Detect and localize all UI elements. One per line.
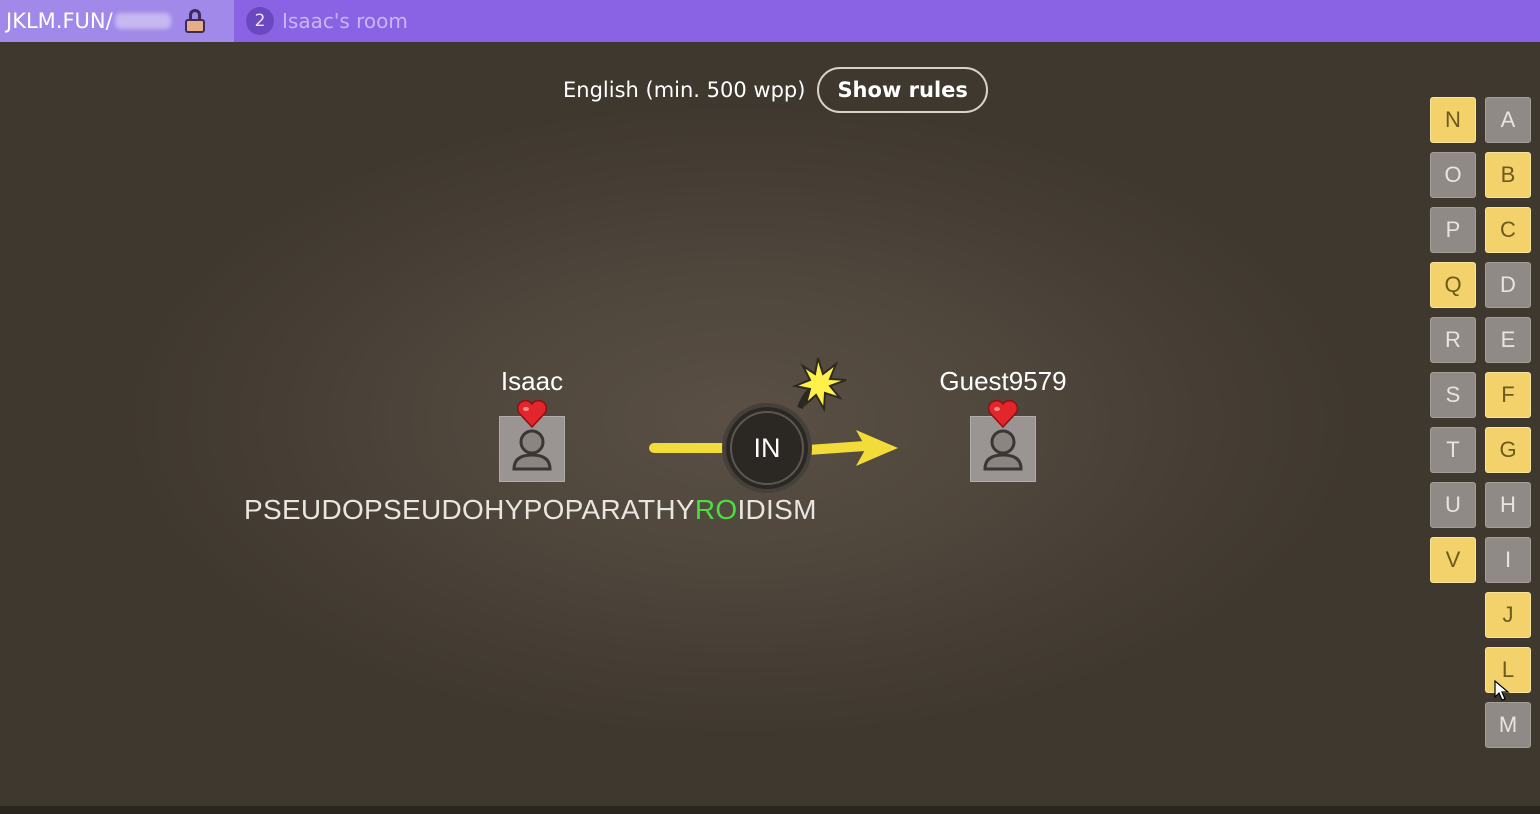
room-link[interactable]: JKLM.FUN/ bbox=[0, 0, 234, 42]
room-code-blurred bbox=[114, 13, 171, 29]
bonus-letter-i: I bbox=[1485, 537, 1531, 583]
language-label: English (min. 500 wpp) bbox=[563, 78, 806, 102]
bonus-letter-b: B bbox=[1485, 152, 1531, 198]
heart-icon bbox=[517, 400, 547, 428]
bonus-letter-u: U bbox=[1430, 482, 1476, 528]
bonus-letter-h: H bbox=[1485, 482, 1531, 528]
player-isaac: Isaac bbox=[432, 366, 632, 396]
top-bar: JKLM.FUN/ 2 Isaac's room bbox=[0, 0, 1540, 42]
bonus-letter-m: M bbox=[1485, 702, 1531, 748]
room-info: 2 Isaac's room bbox=[246, 7, 408, 35]
heart-icon bbox=[988, 400, 1018, 428]
bottom-edge bbox=[0, 806, 1540, 814]
bonus-letter-q: Q bbox=[1430, 262, 1476, 308]
bonus-letter-c: C bbox=[1485, 207, 1531, 253]
player-guest: Guest9579 bbox=[903, 366, 1103, 396]
site-label: JKLM.FUN/ bbox=[6, 9, 113, 33]
bonus-letter-d: D bbox=[1485, 262, 1531, 308]
rules-row: English (min. 500 wpp) Show rules bbox=[563, 66, 988, 114]
mouse-cursor-icon bbox=[1494, 680, 1510, 701]
player-count-badge: 2 bbox=[246, 7, 274, 35]
bonus-letter-o: O bbox=[1430, 152, 1476, 198]
bonus-letter-e: E bbox=[1485, 317, 1531, 363]
show-rules-button[interactable]: Show rules bbox=[817, 67, 988, 113]
lock-icon[interactable] bbox=[184, 9, 205, 33]
bonus-letter-t: T bbox=[1430, 427, 1476, 473]
room-name: Isaac's room bbox=[282, 9, 408, 33]
prompt-syllable: IN bbox=[730, 411, 804, 485]
word-highlight: RO bbox=[694, 494, 738, 525]
bonus-letter-a: A bbox=[1485, 97, 1531, 143]
typed-word: PSEUDOPSEUDOHYPOPARATHYROIDISM bbox=[244, 494, 817, 526]
bonus-letter-f: F bbox=[1485, 372, 1531, 418]
bonus-letter-n: N bbox=[1430, 97, 1476, 143]
bomb-icon: IN bbox=[722, 403, 812, 493]
player-name: Isaac bbox=[500, 366, 564, 396]
bonus-letter-p: P bbox=[1430, 207, 1476, 253]
player-name: Guest9579 bbox=[939, 366, 1067, 396]
bonus-letter-g: G bbox=[1485, 427, 1531, 473]
word-after: IDISM bbox=[737, 494, 817, 525]
bonus-letter-s: S bbox=[1430, 372, 1476, 418]
bonus-letter-r: R bbox=[1430, 317, 1476, 363]
bonus-letter-v: V bbox=[1430, 537, 1476, 583]
bonus-letter-j: J bbox=[1485, 592, 1531, 638]
word-before: PSEUDOPSEUDOHYPOPARATHY bbox=[244, 494, 695, 525]
